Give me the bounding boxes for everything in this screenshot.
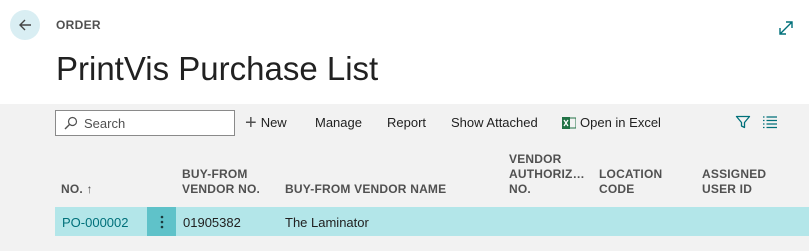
new-label: New (260, 115, 287, 130)
search-icon (64, 116, 78, 130)
plus-icon: + (245, 111, 257, 134)
open-in-excel-label: Open in Excel (580, 115, 661, 130)
cell-no-link[interactable]: PO-000002 (62, 215, 129, 230)
cell-vendor-no: 01905382 (183, 215, 241, 230)
arrow-left-icon (19, 19, 31, 31)
column-header-location-code[interactable]: LOCATION CODE (599, 167, 662, 197)
column-header-vendor-name[interactable]: BUY-FROM VENDOR NAME (285, 182, 446, 197)
table-row[interactable]: PO-000002 01905382 The Laminator (55, 207, 809, 236)
expand-icon[interactable] (777, 19, 795, 37)
report-menu[interactable]: Report (387, 115, 426, 130)
column-header-vendor-no[interactable]: BUY-FROM VENDOR NO. (182, 167, 260, 197)
back-button[interactable] (10, 10, 40, 40)
column-header-text: USER ID (702, 182, 753, 196)
search-box[interactable] (55, 110, 235, 136)
column-header-text: ASSIGNED (702, 167, 767, 181)
action-bar: + New Manage Report Show Attached Open i… (0, 104, 809, 142)
column-header-text: CODE (599, 182, 635, 196)
show-attached-button[interactable]: Show Attached (451, 115, 538, 130)
row-actions-button[interactable] (147, 207, 176, 236)
cell-vendor-name: The Laminator (285, 215, 369, 230)
filter-icon[interactable] (735, 114, 751, 130)
page-title: PrintVis Purchase List (56, 50, 379, 87)
breadcrumb[interactable]: ORDER (56, 18, 101, 32)
list-view-icon[interactable] (762, 115, 778, 129)
column-header-text: VENDOR (509, 152, 562, 166)
manage-menu[interactable]: Manage (315, 115, 362, 130)
column-header-text: LOCATION (599, 167, 663, 181)
page-header: ORDER PrintVis Purchase List (0, 0, 809, 104)
column-header-text: NO. (509, 182, 531, 196)
new-button[interactable]: + New (245, 111, 287, 134)
open-in-excel-button[interactable]: Open in Excel (562, 115, 661, 130)
column-header-assigned-user-id[interactable]: ASSIGNED USER ID (702, 167, 766, 197)
column-header-text: VENDOR NO. (182, 182, 261, 196)
search-input[interactable] (84, 115, 224, 131)
column-header-vendor-authorization-no[interactable]: VENDOR AUTHORIZ… NO. (509, 152, 585, 197)
more-vertical-icon (160, 215, 163, 228)
excel-icon (562, 116, 576, 129)
column-header-text: BUY-FROM (182, 167, 248, 181)
column-header-text: AUTHORIZ… (509, 167, 585, 181)
column-header-no[interactable]: NO. ↑ (61, 182, 93, 197)
